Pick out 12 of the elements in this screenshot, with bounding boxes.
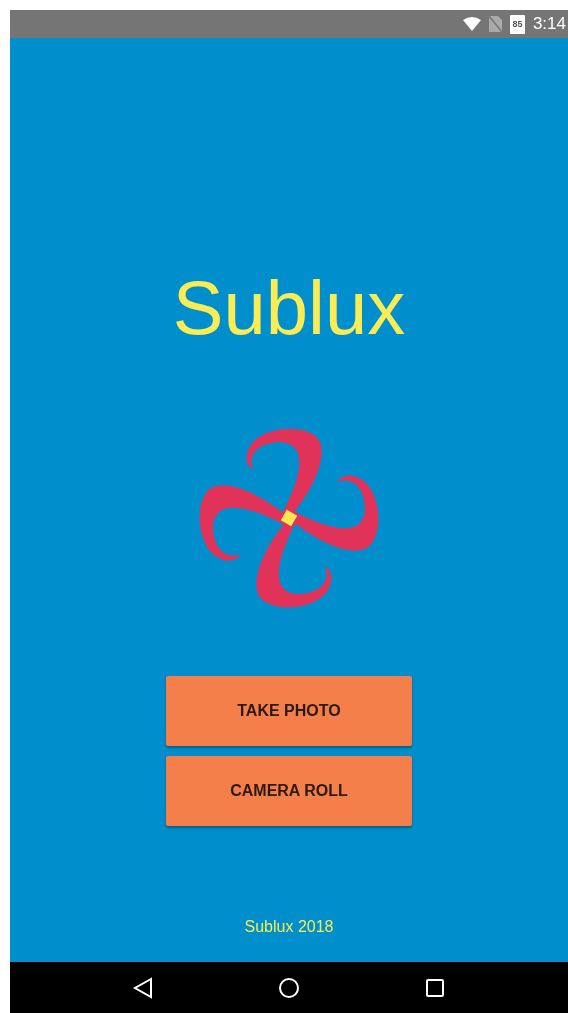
recents-icon[interactable] xyxy=(425,977,446,998)
battery-icon: 85 xyxy=(509,14,525,34)
home-icon[interactable] xyxy=(278,976,300,999)
back-icon[interactable] xyxy=(132,976,153,999)
footer-text: Sublux 2018 xyxy=(244,918,334,936)
logo-icon xyxy=(197,426,381,610)
action-button[interactable]: TAKE PHOTO xyxy=(166,676,412,746)
no-sim-icon xyxy=(488,16,502,32)
action-button[interactable]: CAMERA ROLL xyxy=(166,756,412,826)
wifi-icon xyxy=(462,17,481,31)
clock-time: 3:14 xyxy=(532,14,566,34)
app-title: Sublux xyxy=(172,266,406,350)
